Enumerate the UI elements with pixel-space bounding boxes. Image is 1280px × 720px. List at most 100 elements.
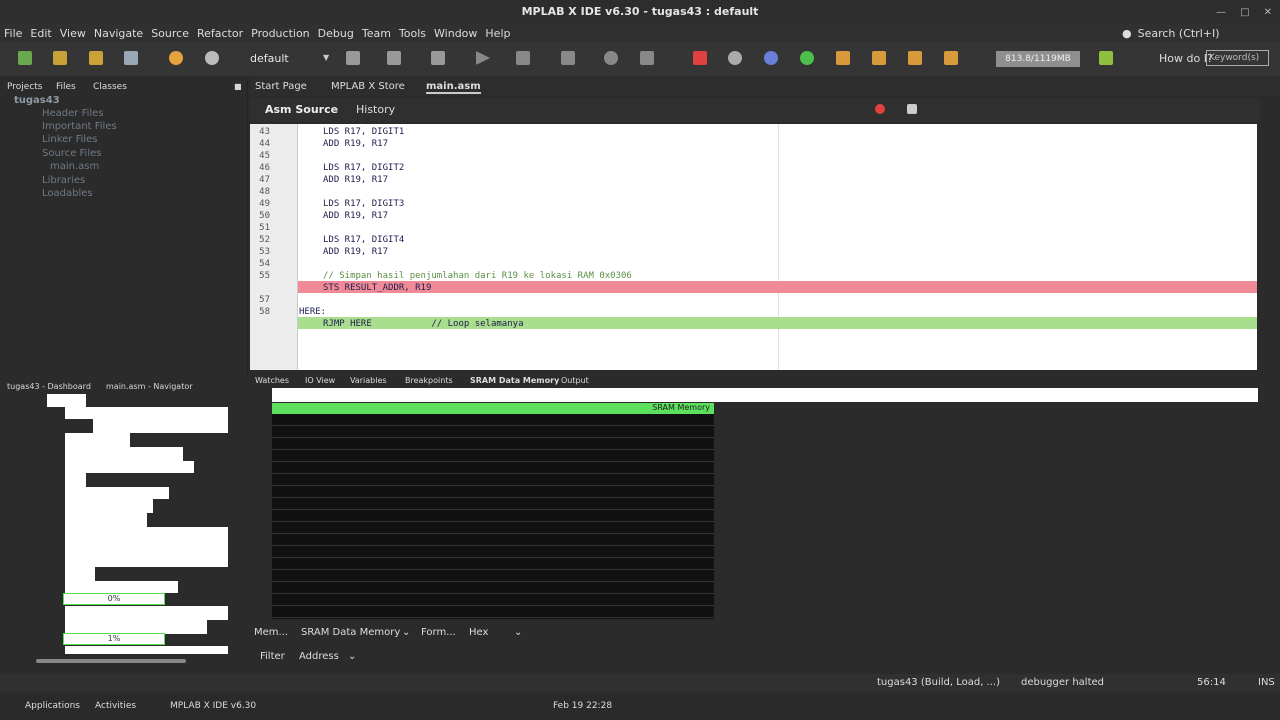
menu-debug[interactable]: Debug (318, 27, 354, 40)
tab-history[interactable]: History (356, 103, 395, 116)
dv-icon[interactable] (1099, 51, 1113, 65)
tab-projects[interactable]: Projects (7, 82, 42, 92)
finish-debug-icon[interactable] (693, 51, 707, 65)
close-project-icon[interactable] (124, 51, 138, 65)
make-program-icon[interactable] (516, 51, 530, 65)
menu-team[interactable]: Team (362, 27, 391, 40)
search-box[interactable]: ● Search (Ctrl+I) (1122, 25, 1272, 41)
memory-row (272, 523, 714, 534)
window-title: MPLAB X IDE v6.30 - tugas43 : default (0, 0, 1280, 24)
dashboard-title[interactable]: tugas43 - Dashboard (7, 382, 91, 391)
code-line[interactable]: ADD R19, R17 (323, 175, 388, 185)
code-line[interactable]: LDS R17, DIGIT4 (323, 235, 404, 245)
tab-asm-source[interactable]: Asm Source (265, 103, 338, 116)
code-line[interactable]: // Simpan hasil penjumlahan dari R19 ke … (323, 271, 632, 281)
run-icon[interactable] (476, 51, 490, 65)
pause-icon[interactable] (728, 51, 742, 65)
chevron-down-icon[interactable]: ⌄ (402, 627, 410, 638)
menu-window[interactable]: Window (434, 27, 477, 40)
continue-icon[interactable] (800, 51, 814, 65)
menu-production[interactable]: Production (251, 27, 310, 40)
code-line[interactable]: ADD R19, R17 (323, 211, 388, 221)
set-configuration-icon[interactable] (346, 51, 360, 65)
redo-icon[interactable] (205, 51, 219, 65)
tree-header-files[interactable]: Header Files (42, 108, 104, 119)
close-icon[interactable]: ✕ (1264, 7, 1272, 18)
tree-project[interactable]: tugas43 (14, 95, 60, 106)
code-line[interactable]: RJMP HERE // Loop selamanya (323, 319, 523, 329)
tab-files[interactable]: Files (56, 82, 76, 92)
horizontal-scrollbar[interactable] (36, 659, 186, 663)
menu-navigate[interactable]: Navigate (94, 27, 143, 40)
tab-classes[interactable]: Classes (93, 82, 127, 92)
tab-sram-data-memory[interactable]: SRAM Data Memory (470, 376, 559, 385)
tab-io-view[interactable]: IO View (305, 376, 335, 385)
undo-icon[interactable] (169, 51, 183, 65)
hold-reset-icon[interactable] (640, 51, 654, 65)
memory-row (272, 463, 714, 474)
build-icon[interactable] (387, 51, 401, 65)
menu-tools[interactable]: Tools (399, 27, 426, 40)
tree-source-files[interactable]: Source Files (42, 148, 101, 159)
code-editor[interactable]: 43 44 45 46 47 48 49 50 51 52 53 54 55 57 58 LDS R17, … (250, 124, 1257, 370)
search-label: Search (Ctrl+I) (1137, 26, 1220, 40)
menu-edit[interactable]: Edit (30, 27, 51, 40)
tab-output[interactable]: Output (561, 376, 589, 385)
code-line[interactable]: ADD R19, R17 (323, 247, 388, 257)
tab-start-page[interactable]: Start Page (255, 81, 307, 92)
step-over-icon[interactable] (836, 51, 850, 65)
format-select[interactable]: Hex (469, 627, 488, 638)
code-line[interactable]: LDS R17, DIGIT3 (323, 199, 404, 209)
tab-mplab-store[interactable]: MPLAB X Store (331, 81, 405, 92)
menu-source[interactable]: Source (151, 27, 189, 40)
chevron-down-icon[interactable]: ▼ (323, 53, 329, 62)
filter-select[interactable]: Address (299, 651, 339, 662)
reset-debug-icon[interactable] (764, 51, 778, 65)
step-into-icon[interactable] (872, 51, 886, 65)
menu-bar: File Edit View Navigate Source Refactor … (0, 24, 1280, 42)
maximize-icon[interactable]: □ (1240, 7, 1249, 18)
menu-help[interactable]: Help (485, 27, 510, 40)
code-line[interactable]: ADD R19, R17 (323, 139, 388, 149)
toggle-breakpoint-icon[interactable] (875, 104, 885, 114)
menu-refactor[interactable]: Refactor (197, 27, 243, 40)
tab-breakpoints[interactable]: Breakpoints (405, 376, 453, 385)
reset-icon[interactable] (604, 51, 618, 65)
run-to-cursor-icon[interactable] (944, 51, 958, 65)
code-line[interactable]: STS RESULT_ADDR, R19 (323, 283, 431, 293)
chevron-down-icon[interactable]: ⌄ (348, 651, 356, 662)
open-project-icon[interactable] (53, 51, 67, 65)
activities-button[interactable]: Activities (95, 701, 136, 711)
tab-variables[interactable]: Variables (350, 376, 387, 385)
chevron-down-icon[interactable]: ⌄ (514, 627, 522, 638)
read-device-icon[interactable] (561, 51, 575, 65)
tree-important-files[interactable]: Important Files (42, 121, 117, 132)
build-status[interactable]: tugas43 (Build, Load, ...) (877, 677, 1000, 688)
memory-indicator[interactable]: 813.8/1119MB (996, 51, 1080, 67)
navigator-title[interactable]: main.asm - Navigator (106, 382, 193, 391)
tree-loadables[interactable]: Loadables (42, 188, 93, 199)
step-out-icon[interactable] (908, 51, 922, 65)
sram-memory-grid[interactable]: SRAM Memory (272, 403, 714, 619)
code-line[interactable]: HERE: (299, 307, 326, 317)
keyword-search-input[interactable]: Keyword(s) (1206, 50, 1269, 66)
menu-view[interactable]: View (60, 27, 86, 40)
applications-menu[interactable]: Applications (25, 701, 80, 711)
code-line[interactable]: LDS R17, DIGIT2 (323, 163, 404, 173)
tab-watches[interactable]: Watches (255, 376, 289, 385)
tree-linker-files[interactable]: Linker Files (42, 134, 98, 145)
taskbar-window-mplab[interactable]: MPLAB X IDE v6.30 (170, 701, 256, 711)
minimize-icon[interactable]: — (1216, 7, 1226, 18)
open-file-icon[interactable] (89, 51, 103, 65)
minimize-pane-icon[interactable]: ■ (234, 82, 242, 91)
menu-file[interactable]: File (4, 27, 22, 40)
new-project-icon[interactable] (18, 51, 32, 65)
tab-main-asm[interactable]: main.asm (426, 81, 481, 94)
stop-macro-icon[interactable] (907, 104, 917, 114)
code-line[interactable]: LDS R17, DIGIT1 (323, 127, 404, 137)
memory-select[interactable]: SRAM Data Memory (301, 627, 400, 638)
clean-build-icon[interactable] (431, 51, 445, 65)
tree-main-asm[interactable]: main.asm (50, 161, 99, 172)
configuration-select[interactable]: default (250, 52, 289, 65)
tree-libraries[interactable]: Libraries (42, 175, 85, 186)
